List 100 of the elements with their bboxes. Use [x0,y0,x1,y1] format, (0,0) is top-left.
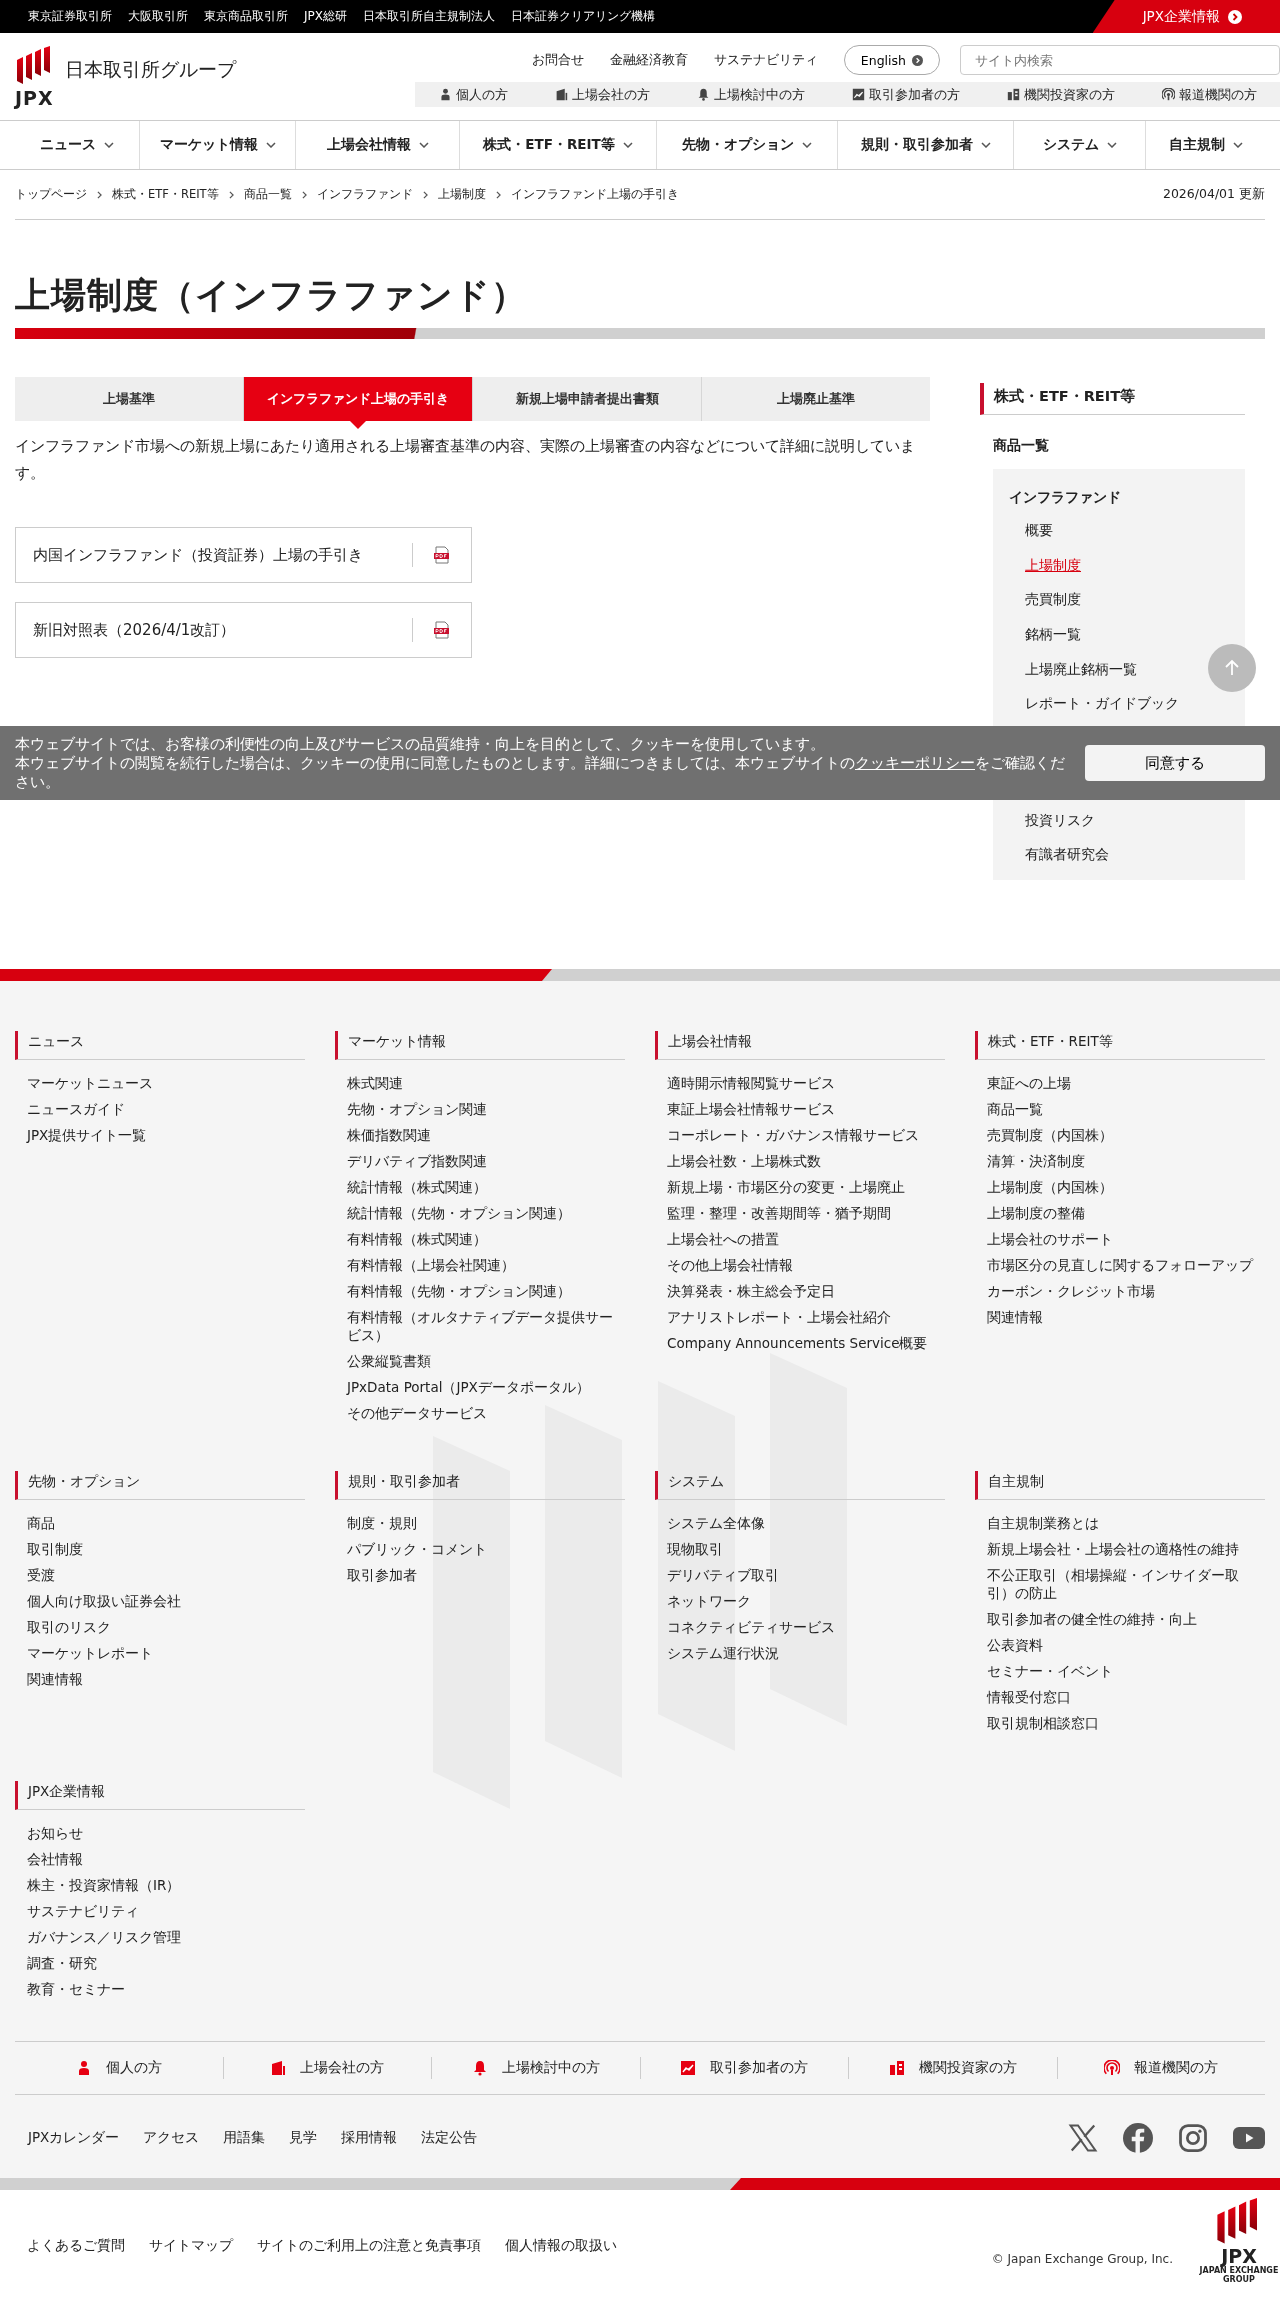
sitemap-link[interactable]: 有料情報（先物・オプション関連） [335,1278,571,1304]
sitemap-link[interactable]: 有料情報（オルタナティブデータ提供サービス） [335,1304,625,1348]
footer-link[interactable]: アクセス [143,2129,200,2147]
nav-item[interactable]: ニュース [15,121,140,169]
sitemap-link[interactable]: 上場会社への措置 [655,1226,779,1252]
top-link[interactable]: 日本取引所自主規制法人 [363,8,495,25]
cookie-policy-link[interactable]: クッキーポリシー [855,753,975,772]
sitemap-link[interactable]: 個人向け取扱い証券会社 [15,1588,181,1614]
sitemap-link[interactable]: 清算・決済制度 [975,1148,1085,1174]
sitemap-link[interactable]: ネットワーク [655,1588,751,1614]
facebook-icon[interactable] [1123,2123,1153,2153]
sitemap-link[interactable]: 新規上場会社・上場会社の適格性の維持 [975,1536,1239,1562]
sitemap-link[interactable]: 取引参加者の健全性の維持・向上 [975,1606,1197,1632]
sitemap-link[interactable]: 有料情報（上場会社関連） [335,1252,515,1278]
sitemap-link[interactable]: 取引規制相談窓口 [975,1710,1099,1736]
sitemap-link[interactable]: 教育・セミナー [15,1976,125,2002]
sitemap-link[interactable]: コネクティビティサービス [655,1614,835,1640]
sitemap-link[interactable]: 情報受付窓口 [975,1684,1071,1710]
document-link[interactable]: 新旧対照表（2026/4/1改訂） [15,602,472,658]
sitemap-link[interactable]: 商品一覧 [975,1096,1043,1122]
top-link[interactable]: 日本証券クリアリング機構 [511,8,655,25]
nav-item[interactable]: 規則・取引参加者 [838,121,1014,169]
footer-link[interactable]: サイトマップ [149,2237,233,2255]
sitemap-link[interactable]: 公衆縦覧書類 [335,1348,431,1374]
sidebar-item[interactable]: 商品一覧 [980,415,1245,469]
nav-item[interactable]: システム [1014,121,1146,169]
sitemap-link[interactable]: 取引制度 [15,1536,83,1562]
sidebar-item[interactable]: 銘柄一覧 [993,616,1113,652]
audience-link[interactable]: 機関投資家の方 [849,2057,1058,2079]
sitemap-link[interactable]: 株価指数関連 [335,1122,431,1148]
sitemap-link[interactable]: 市場区分の見直しに関するフォローアップ [975,1252,1253,1278]
sitemap-link[interactable]: 上場制度の整備 [975,1200,1085,1226]
sidebar-item[interactable]: 概要 [993,513,1085,548]
top-link[interactable]: 東京証券取引所 [28,8,112,25]
utility-link[interactable]: 金融経済教育 [609,51,688,69]
sitemap-link[interactable]: コーポレート・ガバナンス情報サービス [655,1122,919,1148]
sitemap-link[interactable]: 取引のリスク [15,1614,111,1640]
sitemap-link[interactable]: 制度・規則 [335,1510,417,1536]
sitemap-link[interactable]: 東証上場会社情報サービス [655,1096,835,1122]
youtube-icon[interactable] [1233,2127,1265,2149]
instagram-icon[interactable] [1178,2123,1208,2153]
breadcrumb-link[interactable]: インフラファンド [316,187,413,202]
top-link[interactable]: JPX総研 [304,8,347,25]
sitemap-link[interactable]: 関連情報 [975,1304,1043,1330]
sitemap-link[interactable]: 上場会社のサポート [975,1226,1113,1252]
x-icon[interactable] [1068,2123,1098,2153]
corporate-link[interactable]: JPX企業情報 [1092,0,1280,33]
audience-link[interactable]: 取引参加者の方 [640,2057,849,2079]
utility-link[interactable]: サステナビリティ [713,51,818,69]
sitemap-link[interactable]: カーボン・クレジット市場 [975,1278,1155,1304]
sitemap-link[interactable]: 適時開示情報閲覧サービス [655,1070,835,1096]
sitemap-link[interactable]: 上場制度（内国株） [975,1174,1113,1200]
sitemap-link[interactable]: アナリストレポート・上場会社紹介 [655,1304,891,1330]
search-field[interactable]: サイト内検索 [960,45,1280,75]
sitemap-link[interactable]: 取引参加者 [335,1562,417,1588]
sitemap-link[interactable]: デリバティブ取引 [655,1562,779,1588]
sidebar-item[interactable]: 上場制度 [993,547,1113,583]
breadcrumb-link[interactable]: トップページ [15,187,87,202]
sitemap-link[interactable]: サステナビリティ [15,1898,139,1924]
sitemap-link[interactable]: 統計情報（先物・オプション関連） [335,1200,571,1226]
sidebar-item[interactable]: 有識者研究会 [993,837,1141,872]
sitemap-link[interactable]: JPxData Portal（JPXデータポータル） [335,1374,590,1400]
sitemap-link[interactable]: その他上場会社情報 [655,1252,793,1278]
document-link[interactable]: 内国インフラファンド（投資証券）上場の手引き [15,527,472,583]
sitemap-link[interactable]: 不公正取引（相場操縦・インサイダー取引）の防止 [975,1562,1265,1606]
sitemap-link[interactable]: 公表資料 [975,1632,1043,1658]
breadcrumb-link[interactable]: 商品一覧 [243,187,292,202]
nav-item[interactable]: 上場会社情報 [296,121,460,169]
nav-item[interactable]: マーケット情報 [140,121,296,169]
sidebar-item[interactable]: インフラファンド [993,485,1245,513]
sidebar-item[interactable]: 売買制度 [993,582,1113,617]
sitemap-link[interactable]: 会社情報 [15,1846,83,1872]
audience-link[interactable]: 個人の方 [438,85,508,104]
sitemap-link[interactable]: デリバティブ指数関連 [335,1148,487,1174]
sitemap-link[interactable]: 新規上場・市場区分の変更・上場廃止 [655,1174,905,1200]
audience-link[interactable]: 上場会社の方 [554,85,650,104]
sitemap-link[interactable]: 統計情報（株式関連） [335,1174,487,1200]
audience-link[interactable]: 報道機関の方 [1057,2057,1265,2079]
footer-link[interactable]: 見学 [289,2129,318,2147]
footer-link[interactable]: サイトのご利用上の注意と免責事項 [257,2237,481,2255]
sitemap-link[interactable]: 受渡 [15,1562,55,1588]
sitemap-link[interactable]: 商品 [15,1510,55,1536]
breadcrumb-link[interactable]: 上場制度 [437,187,486,202]
footer-link[interactable]: 採用情報 [341,2129,398,2147]
sitemap-link[interactable]: 関連情報 [15,1666,83,1692]
breadcrumb-link[interactable]: 株式・ETF・REIT等 [112,187,219,202]
sitemap-link[interactable]: お知らせ [15,1820,83,1846]
audience-link[interactable]: 上場検討中の方 [432,2057,641,2079]
language-button[interactable]: English [843,45,940,75]
sitemap-link[interactable]: 決算発表・株主総会予定日 [655,1278,835,1304]
sitemap-link[interactable]: 上場会社数・上場株式数 [655,1148,821,1174]
audience-link[interactable]: 取引参加者の方 [851,85,960,104]
sitemap-link[interactable]: セミナー・イベント [975,1658,1113,1684]
audience-link[interactable]: 上場検討中の方 [696,85,805,104]
sitemap-link[interactable]: 東証への上場 [975,1070,1071,1096]
top-link[interactable]: 東京商品取引所 [204,8,288,25]
sitemap-link[interactable]: JPX提供サイト一覧 [15,1122,147,1148]
footer-link[interactable]: 個人情報の取扱い [505,2237,617,2255]
sitemap-link[interactable]: 株式関連 [335,1070,403,1096]
audience-link[interactable]: 報道機関の方 [1161,85,1257,104]
